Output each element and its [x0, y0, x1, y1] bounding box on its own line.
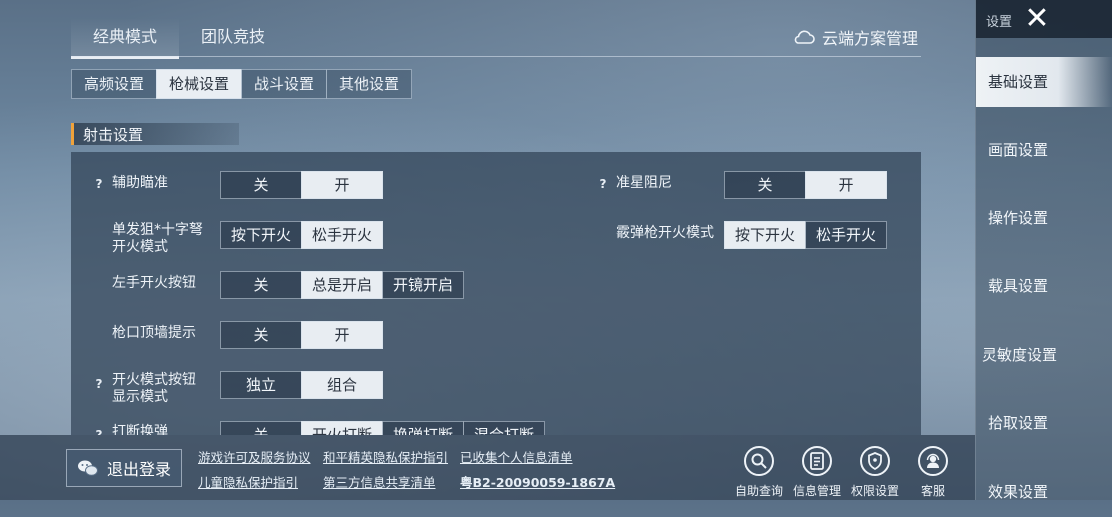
search-icon	[744, 446, 774, 476]
crosshair-damping-on[interactable]: 开	[805, 171, 887, 199]
shotgun-press-fire[interactable]: 按下开火	[724, 221, 806, 249]
shotgun-release-fire[interactable]: 松手开火	[805, 221, 887, 249]
tab-combat-settings[interactable]: 战斗设置	[241, 69, 328, 99]
info-manage-button[interactable]: 信息管理	[789, 446, 845, 499]
aim-assist-on[interactable]: 开	[301, 171, 383, 199]
left-fire-toggle: 关 总是开启 开镜开启	[220, 271, 464, 299]
muzzle-wall-off[interactable]: 关	[220, 321, 302, 349]
partial-row-toggle: 关 开火打断 换弹打断 混合打断	[220, 421, 545, 435]
fire-mode-button-label-line2: 显示模式	[112, 389, 168, 405]
sidebar-item-pickup[interactable]: 拾取设置	[976, 398, 1112, 448]
self-service-label: 自助查询	[734, 484, 783, 498]
link-privacy-guide[interactable]: 和平精英隐私保护指引	[323, 447, 448, 466]
permission-settings-button[interactable]: 权限设置	[847, 446, 903, 499]
single-sniper-press-fire[interactable]: 按下开火	[220, 221, 302, 249]
section-title: 射击设置	[83, 126, 144, 144]
mode-tabs: 经典模式 团队竞技	[71, 18, 287, 59]
customer-service-button[interactable]: 客服	[905, 446, 961, 499]
headset-icon	[918, 446, 948, 476]
partial-option-2[interactable]: 开火打断	[301, 421, 383, 435]
left-fire-off[interactable]: 关	[220, 271, 302, 299]
link-icp-license[interactable]: 粤B2-20090059-1867A	[460, 472, 615, 491]
muzzle-wall-on[interactable]: 开	[301, 321, 383, 349]
fire-mode-button-label-line1: 开火模式按钮	[112, 372, 196, 388]
crosshair-damping-toggle: 关 开	[724, 171, 887, 199]
single-sniper-label-line1: 单发狙*十字弩	[112, 222, 203, 238]
cloud-manage-label: 云端方案管理	[822, 29, 919, 48]
mode-divider	[71, 56, 921, 57]
single-sniper-fire-toggle: 按下开火 松手开火	[220, 221, 383, 249]
document-icon	[802, 446, 832, 476]
self-service-button[interactable]: 自助查询	[731, 446, 787, 499]
sidebar-item-vehicle[interactable]: 载具设置	[976, 261, 1112, 311]
sidebar-header-label: 设置	[986, 15, 1013, 30]
link-child-privacy[interactable]: 儿童隐私保护指引	[198, 472, 298, 491]
cloud-icon	[794, 30, 815, 44]
shield-icon	[860, 446, 890, 476]
aim-assist-label: 辅助瞄准	[112, 175, 168, 191]
single-sniper-release-fire[interactable]: 松手开火	[301, 221, 383, 249]
tab-team-deathmatch[interactable]: 团队竞技	[179, 18, 287, 56]
help-icon[interactable]: ?	[92, 377, 106, 391]
partial-option-4[interactable]: 混合打断	[463, 421, 545, 435]
shotgun-fire-toggle: 按下开火 松手开火	[724, 221, 887, 249]
partial-row-label: 打断换弹	[112, 424, 168, 435]
logout-button[interactable]: 退出登录	[66, 449, 182, 487]
single-sniper-label-line2: 开火模式	[112, 239, 168, 255]
section-header: 射击设置	[71, 123, 239, 145]
shotgun-fire-label: 霰弹枪开火模式	[616, 225, 714, 241]
sidebar-item-effects[interactable]: 效果设置	[976, 467, 1112, 517]
sidebar-header: 设置 ✕	[976, 0, 1112, 38]
help-icon[interactable]: ?	[92, 428, 106, 435]
left-fire-always[interactable]: 总是开启	[301, 271, 383, 299]
logout-label: 退出登录	[106, 460, 171, 479]
fire-mode-button-toggle: 独立 组合	[220, 371, 383, 399]
fire-mode-independent[interactable]: 独立	[220, 371, 302, 399]
wechat-icon	[77, 460, 98, 476]
aim-assist-off[interactable]: 关	[220, 171, 302, 199]
help-icon[interactable]: ?	[92, 177, 106, 191]
permission-settings-label: 权限设置	[850, 484, 899, 498]
sidebar-item-controls[interactable]: 操作设置	[976, 193, 1112, 243]
settings-panel: ? 辅助瞄准 关 开 ? 准星阻尼 关 开 单发狙*十字弩 开火模式 按下开火 …	[71, 152, 921, 435]
close-icon[interactable]: ✕	[1020, 2, 1054, 36]
muzzle-wall-label: 枪口顶墙提示	[112, 325, 196, 341]
left-fire-label: 左手开火按钮	[112, 275, 196, 291]
link-third-party-sharing[interactable]: 第三方信息共享清单	[323, 472, 436, 491]
sub-tabs: 高频设置 枪械设置 战斗设置 其他设置	[71, 69, 413, 99]
crosshair-damping-off[interactable]: 关	[724, 171, 806, 199]
partial-option-1[interactable]: 关	[220, 421, 302, 435]
info-manage-label: 信息管理	[792, 484, 841, 498]
left-fire-scope[interactable]: 开镜开启	[382, 271, 464, 299]
fire-mode-combined[interactable]: 组合	[301, 371, 383, 399]
partial-option-3[interactable]: 换弹打断	[382, 421, 464, 435]
muzzle-wall-toggle: 关 开	[220, 321, 383, 349]
help-icon[interactable]: ?	[596, 177, 610, 191]
settings-sidebar: 设置 ✕ 基础设置 画面设置 操作设置 载具设置 灵敏度设置 拾取设置 效果设置	[975, 0, 1112, 501]
cloud-manage-button[interactable]: 云端方案管理	[792, 24, 918, 50]
tab-other-settings[interactable]: 其他设置	[326, 69, 413, 99]
crosshair-damping-label: 准星阻尼	[616, 175, 672, 191]
sidebar-item-basic[interactable]: 基础设置	[976, 57, 1112, 107]
aim-assist-toggle: 关 开	[220, 171, 383, 199]
customer-service-label: 客服	[920, 484, 945, 498]
tab-weapon-settings[interactable]: 枪械设置	[156, 69, 243, 99]
link-license-agreement[interactable]: 游戏许可及服务协议	[198, 447, 311, 466]
link-collected-info[interactable]: 已收集个人信息清单	[460, 447, 573, 466]
tab-high-frequency[interactable]: 高频设置	[71, 69, 158, 99]
sidebar-item-sensitivity[interactable]: 灵敏度设置	[976, 330, 1112, 380]
sidebar-item-graphics[interactable]: 画面设置	[976, 125, 1112, 175]
tab-classic-mode[interactable]: 经典模式	[71, 18, 179, 59]
